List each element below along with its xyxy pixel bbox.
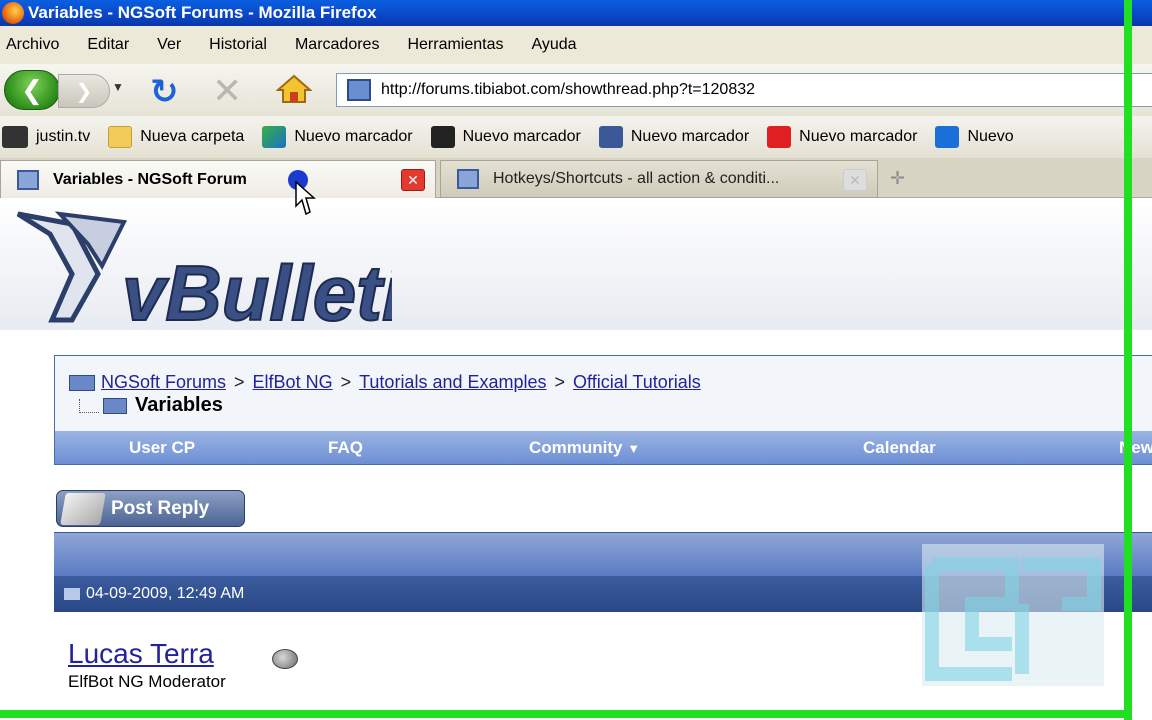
bookmark-label: Nuevo marcador [630,128,750,145]
window-titlebar: Variables - NGSoft Forums - Mozilla Fire… [0,0,1152,26]
post-date: 04-09-2009, 12:49 AM [86,585,245,602]
bookmark-3[interactable]: Nuevo marcador [598,126,750,148]
facebook-icon [598,126,623,148]
close-tab-icon[interactable]: ✕ [401,169,425,191]
bookmark-justin-tv[interactable]: justin.tv [0,126,90,148]
home-icon [275,74,313,103]
firefox-icon [2,2,24,24]
bookmark-label: Nueva carpeta [140,128,245,145]
bookmark-label: Nuevo marcador [799,128,918,145]
forum-nav-strip: User CP FAQ Community ▼ Calendar New [55,431,1152,464]
bookmarks-toolbar: justin.tv Nueva carpeta Nuevo marcador N… [0,116,1152,158]
tab-bar: Variables - NGSoft Forum ✕ Hotkeys/Short… [0,158,1152,198]
menu-ayuda[interactable]: Ayuda [531,36,576,54]
nav-user-cp[interactable]: User CP [129,438,195,458]
breadcrumb-separator: > [340,372,352,392]
vbulletin-logo[interactable]: vBulletin [12,204,392,330]
watermark-logo [922,544,1104,686]
tab-hotkeys[interactable]: Hotkeys/Shortcuts - all action & conditi… [440,160,878,198]
nav-community[interactable]: Community ▼ [529,438,640,458]
menu-ver[interactable]: Ver [157,36,181,54]
home-button[interactable] [275,74,313,104]
thread-title: Variables [79,394,223,417]
menu-marcadores[interactable]: Marcadores [295,36,379,54]
justin-tv-icon [2,126,28,148]
forward-button[interactable]: ❯ [58,74,110,108]
bookmark-5[interactable]: Nuevo [935,126,1014,148]
site-favicon [347,79,371,101]
forum-folder-icon [69,375,95,392]
offline-status-icon [272,649,298,669]
bookmark-label: justin.tv [36,128,91,145]
author-name[interactable]: Lucas Terra [68,638,214,670]
post-reply-label: Post Reply [111,497,210,519]
arrow-left-icon: ❮ [21,74,43,105]
reload-button[interactable]: ↻ [150,72,179,112]
breadcrumb: NGSoft Forums > ElfBot NG > Tutorials and Ex… [69,372,701,393]
tab-label: Variables - NGSoft Forum [53,170,247,188]
arrow-right-icon: ❯ [75,80,93,103]
reload-icon: ↻ [150,73,179,111]
green-frame-bottom [0,710,1132,718]
menu-historial[interactable]: Historial [209,36,267,54]
chevron-down-icon: ▼ [112,80,124,94]
tab-favicon [17,169,39,190]
dark-bookmark-icon [430,126,455,148]
new-tab-icon[interactable]: ✛ [890,168,905,189]
stop-icon: ✕ [212,70,243,111]
triangle-down-icon: ▼ [627,441,641,456]
breadcrumb-elfbot-ng[interactable]: ElfBot NG [253,372,333,392]
history-dropdown-button[interactable]: ▼ [112,80,124,94]
bookmark-icon [262,126,287,148]
tab-label: Hotkeys/Shortcuts - all action & conditi… [493,170,780,187]
author-rank: ElfBot NG Moderator [68,672,226,691]
bookmark-label: Nuevo marcador [294,128,413,145]
logo-text: vBulletin [122,249,392,330]
t-icon [935,126,960,148]
bookmark-4[interactable]: Nuevo marcador [767,126,917,148]
bookmark-2[interactable]: Nuevo marcador [430,126,581,148]
mouse-pointer-icon [288,170,316,216]
current-page-label: Variables [135,394,223,416]
url-input[interactable] [381,81,1121,99]
bookmark-folder[interactable]: Nueva carpeta [108,126,244,148]
breadcrumb-ngsoft-forums[interactable]: NGSoft Forums [101,372,226,392]
post-reply-icon [60,493,106,525]
stop-button[interactable]: ✕ [212,70,242,112]
menu-bar: Archivo Editar Ver Historial Marcadores … [0,26,1152,64]
back-button[interactable]: ❮ [4,70,60,110]
tree-connector-icon [79,398,99,413]
watermark-icon [925,557,1101,681]
menu-archivo[interactable]: Archivo [6,36,59,54]
breadcrumb-official-tutorials[interactable]: Official Tutorials [573,372,701,392]
green-frame-right [1124,0,1132,720]
page-content: vBulletin NGSoft Forums > ElfBot NG > Tutori… [0,198,1152,720]
bookmark-1[interactable]: Nuevo marcador [262,126,413,148]
bookmark-label: Nuevo marcador [462,128,581,145]
breadcrumb-tutorials[interactable]: Tutorials and Examples [359,372,546,392]
folder-open-icon [103,397,127,414]
nav-calendar[interactable]: Calendar [863,438,936,458]
navigation-toolbar: ❮ ❯ ▼ ↻ ✕ [0,64,1152,116]
post-icon [64,588,80,600]
close-tab-icon[interactable]: ✕ [843,169,867,191]
post-reply-button[interactable]: Post Reply [56,490,245,527]
menu-herramientas[interactable]: Herramientas [407,36,503,54]
menu-editar[interactable]: Editar [87,36,129,54]
youtube-icon [767,126,792,148]
window-title: Variables - NGSoft Forums - Mozilla Fire… [28,3,377,22]
tab-variables[interactable]: Variables - NGSoft Forum ✕ [0,160,436,198]
address-bar[interactable] [336,73,1152,107]
screen: Variables - NGSoft Forums - Mozilla Fire… [0,0,1152,720]
breadcrumb-separator: > [234,372,245,392]
nav-community-label: Community [529,438,623,457]
breadcrumb-separator: > [554,372,566,392]
bookmark-label: Nuevo [967,128,1014,145]
breadcrumb-box: NGSoft Forums > ElfBot NG > Tutorials and Ex… [54,355,1152,465]
tab-favicon [457,169,479,189]
folder-icon [108,126,133,148]
nav-faq[interactable]: FAQ [328,438,363,458]
